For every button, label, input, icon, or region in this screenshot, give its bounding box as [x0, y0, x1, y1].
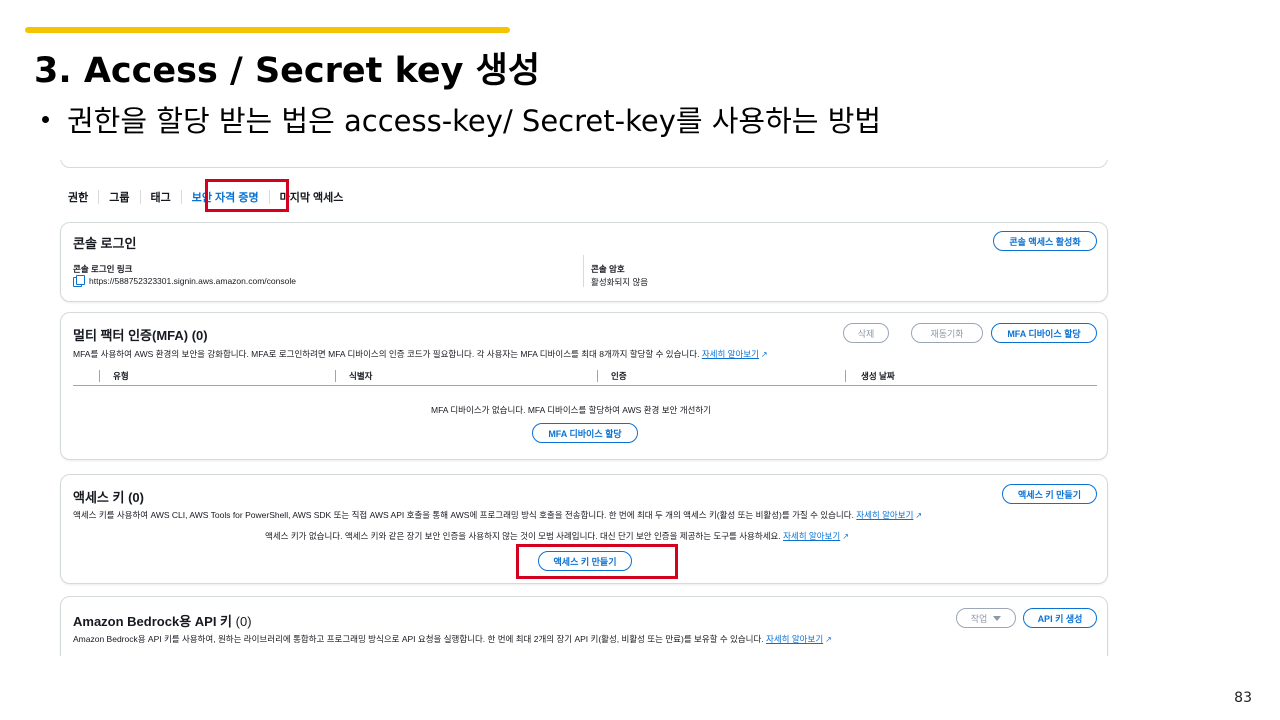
- console-password-label: 콘솔 암호: [591, 264, 625, 274]
- console-login-title: 콘솔 로그인: [73, 236, 137, 251]
- access-keys-empty-learn-more-link[interactable]: 자세히 알아보기: [783, 531, 840, 541]
- mfa-description-text: MFA를 사용하여 AWS 환경의 보안을 강화합니다. MFA로 로그인하려면…: [73, 349, 700, 359]
- external-link-icon: ↗: [760, 350, 768, 359]
- external-link-icon: ↗: [842, 532, 849, 541]
- bullet-text: 권한을 할당 받는 법은 access-key/ Secret-key를 사용하…: [67, 104, 882, 138]
- mfa-learn-more-link[interactable]: 자세히 알아보기: [702, 349, 759, 359]
- mfa-empty-assign-button[interactable]: MFA 디바이스 할당: [532, 423, 638, 443]
- bedrock-description-text: Amazon Bedrock용 API 키를 사용하여, 원하는 라이브러리에 …: [73, 634, 764, 644]
- bedrock-api-keys-card: Amazon Bedrock용 API 키 (0) 작업 API 키 생성 Am…: [60, 596, 1108, 656]
- mfa-count: (0): [191, 328, 208, 343]
- mfa-card: 멀티 팩터 인증(MFA) (0) 삭제 재동기화 MFA 디바이스 할당 MF…: [60, 312, 1108, 460]
- tab-groups[interactable]: 그룹: [99, 189, 139, 205]
- bedrock-actions-dropdown[interactable]: 작업: [956, 608, 1016, 628]
- accent-bar: [25, 27, 510, 33]
- access-keys-title: 액세스 키 (0): [73, 487, 144, 506]
- bedrock-count: (0): [235, 614, 252, 629]
- access-keys-description-text: 액세스 키를 사용하여 AWS CLI, AWS Tools for Power…: [73, 510, 854, 520]
- access-keys-learn-more-link[interactable]: 자세히 알아보기: [856, 510, 913, 520]
- console-login-link: https://588752323301.signin.aws.amazon.c…: [73, 275, 296, 287]
- access-keys-empty-text: 액세스 키가 없습니다. 액세스 키와 같은 장기 보안 인증을 사용하지 않는…: [265, 531, 781, 541]
- access-keys-description: 액세스 키를 사용하여 AWS CLI, AWS Tools for Power…: [73, 509, 922, 521]
- console-login-url[interactable]: https://588752323301.signin.aws.amazon.c…: [89, 276, 296, 286]
- actions-label: 작업: [970, 613, 988, 624]
- generate-api-key-button[interactable]: API 키 생성: [1023, 608, 1097, 628]
- column-certification[interactable]: 인증: [611, 370, 627, 382]
- tab-tags[interactable]: 태그: [141, 189, 181, 205]
- bedrock-title: Amazon Bedrock용 API 키 (0): [73, 611, 252, 630]
- summary-card-edge: [60, 160, 1108, 168]
- aws-console-screenshot: 권한 그룹 태그 보안 자격 증명 마지막 액세스 콘솔 로그인 콘솔 액세스 …: [58, 160, 1123, 656]
- column-divider: [597, 370, 598, 382]
- slide-title: 3. Access / Secret key 생성: [34, 51, 541, 91]
- mfa-delete-button[interactable]: 삭제: [843, 323, 889, 343]
- bullet-line: 권한을 할당 받는 법은 access-key/ Secret-key를 사용하…: [42, 98, 881, 140]
- access-keys-title-text: 액세스 키: [73, 490, 125, 505]
- tab-highlight-box: [205, 179, 289, 212]
- console-password-value: 활성화되지 않음: [591, 277, 649, 287]
- console-login-link-label: 콘솔 로그인 링크: [73, 264, 133, 274]
- column-identifier[interactable]: 식별자: [349, 370, 372, 382]
- column-divider: [335, 370, 336, 382]
- bedrock-description: Amazon Bedrock용 API 키를 사용하여, 원하는 라이브러리에 …: [73, 633, 832, 645]
- bedrock-learn-more-link[interactable]: 자세히 알아보기: [766, 634, 823, 644]
- assign-mfa-device-button[interactable]: MFA 디바이스 할당: [991, 323, 1097, 343]
- tab-permissions[interactable]: 권한: [58, 189, 98, 205]
- column-divider: [845, 370, 846, 382]
- mfa-title: 멀티 팩터 인증(MFA) (0): [73, 325, 208, 344]
- external-link-icon: ↗: [915, 511, 923, 520]
- bullet-dot: [42, 115, 49, 123]
- bedrock-title-text: Amazon Bedrock용 API 키: [73, 614, 233, 629]
- access-keys-empty-message: 액세스 키가 없습니다. 액세스 키와 같은 장기 보안 인증을 사용하지 않는…: [265, 530, 849, 542]
- column-type[interactable]: 유형: [113, 370, 129, 382]
- mfa-empty-message: MFA 디바이스가 없습니다. MFA 디바이스를 할당하여 AWS 환경 보안…: [431, 405, 711, 415]
- mfa-resync-button[interactable]: 재동기화: [911, 323, 983, 343]
- enable-console-access-button[interactable]: 콘솔 액세스 활성화: [993, 231, 1097, 251]
- console-login-card: 콘솔 로그인 콘솔 액세스 활성화 콘솔 로그인 링크 https://5887…: [60, 222, 1108, 302]
- create-access-key-button[interactable]: 액세스 키 만들기: [1002, 484, 1097, 504]
- mfa-title-text: 멀티 팩터 인증(MFA): [73, 328, 189, 343]
- column-divider: [99, 370, 100, 382]
- access-keys-count: (0): [128, 490, 144, 505]
- field-divider: [583, 255, 584, 287]
- caret-down-icon: [993, 615, 1002, 621]
- create-key-highlight-box: [516, 544, 678, 579]
- column-created-date[interactable]: 생성 날짜: [861, 370, 895, 382]
- copy-icon[interactable]: [73, 275, 85, 287]
- external-link-icon: ↗: [825, 635, 832, 644]
- mfa-table-header: 유형 식별자 인증 생성 날짜: [73, 368, 1097, 386]
- mfa-description: MFA를 사용하여 AWS 환경의 보안을 강화합니다. MFA로 로그인하려면…: [73, 348, 768, 360]
- page-number: 83: [1234, 690, 1252, 706]
